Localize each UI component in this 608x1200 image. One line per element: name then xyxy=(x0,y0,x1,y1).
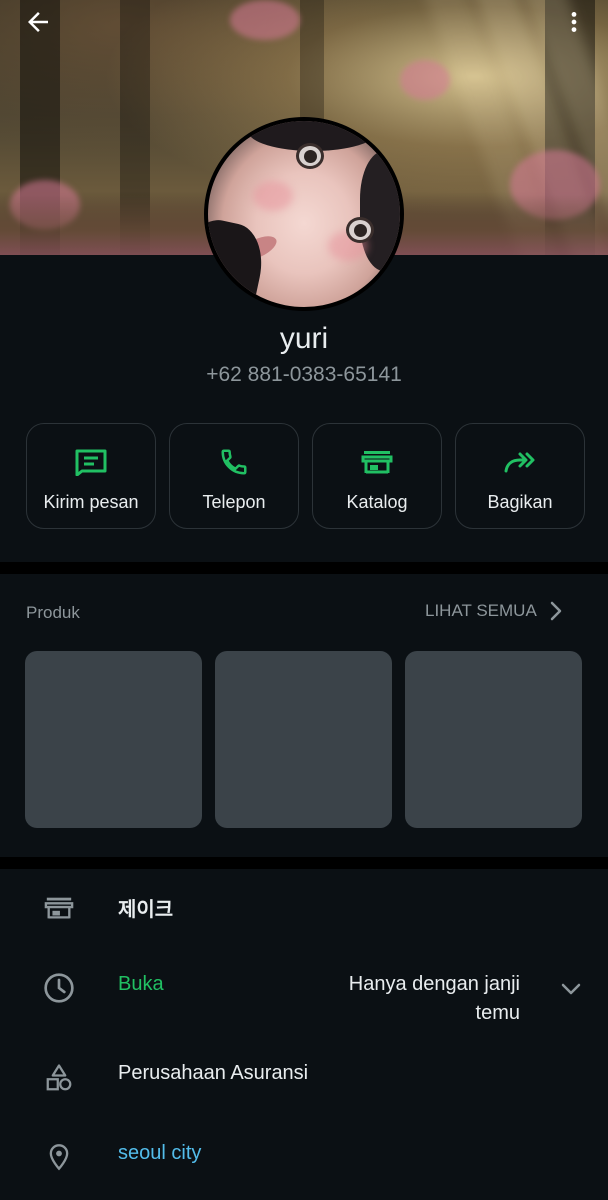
location-row-icon xyxy=(42,1140,76,1174)
category-row-icon xyxy=(42,1061,76,1095)
shapes-category-icon xyxy=(46,1064,72,1091)
more-options-button[interactable] xyxy=(554,2,594,42)
message-icon xyxy=(75,449,107,476)
see-all-products-link[interactable]: LIHAT SEMUA xyxy=(425,601,563,621)
call-button[interactable]: Telepon xyxy=(169,423,299,529)
share-button[interactable]: Bagikan xyxy=(455,423,585,529)
storefront-icon xyxy=(44,897,74,919)
back-button[interactable] xyxy=(18,2,58,42)
business-name-row-icon xyxy=(42,891,76,925)
product-placeholder[interactable] xyxy=(215,651,392,828)
catalog-button[interactable]: Katalog xyxy=(312,423,442,529)
hours-row-icon xyxy=(42,971,76,1005)
more-vert-icon xyxy=(571,12,577,32)
see-all-label: LIHAT SEMUA xyxy=(425,601,537,620)
share-label: Bagikan xyxy=(487,492,553,512)
share-forward-icon xyxy=(504,452,535,473)
business-hours[interactable]: Hanya dengan janji temu xyxy=(300,970,520,1028)
arrow-left-icon xyxy=(28,12,48,32)
business-location-link[interactable]: seoul city xyxy=(118,1142,201,1165)
send-message-label: Kirim pesan xyxy=(43,492,139,512)
profile-name: yuri xyxy=(279,322,329,355)
business-category: Perusahaan Asuransi xyxy=(118,1062,309,1084)
product-placeholder[interactable] xyxy=(405,651,582,828)
profile-avatar[interactable] xyxy=(204,117,404,311)
call-label: Telepon xyxy=(202,492,266,512)
products-title: Produk xyxy=(26,603,80,622)
profile-phone: +62 881-0383-65141 xyxy=(206,363,402,386)
expand-hours-button[interactable] xyxy=(557,975,585,1003)
location-pin-icon xyxy=(49,1144,69,1171)
section-divider xyxy=(0,562,608,574)
product-placeholder[interactable] xyxy=(25,651,202,828)
send-message-button[interactable]: Kirim pesan xyxy=(26,423,156,529)
chevron-down-icon xyxy=(561,983,581,995)
business-name: 제이크 xyxy=(118,899,174,921)
section-divider xyxy=(0,857,608,869)
clock-icon xyxy=(44,973,74,1003)
catalog-label: Katalog xyxy=(346,492,408,512)
chevron-right-icon xyxy=(550,601,562,621)
phone-icon xyxy=(221,449,247,475)
open-status: Buka xyxy=(118,973,164,995)
storefront-icon xyxy=(361,451,393,474)
